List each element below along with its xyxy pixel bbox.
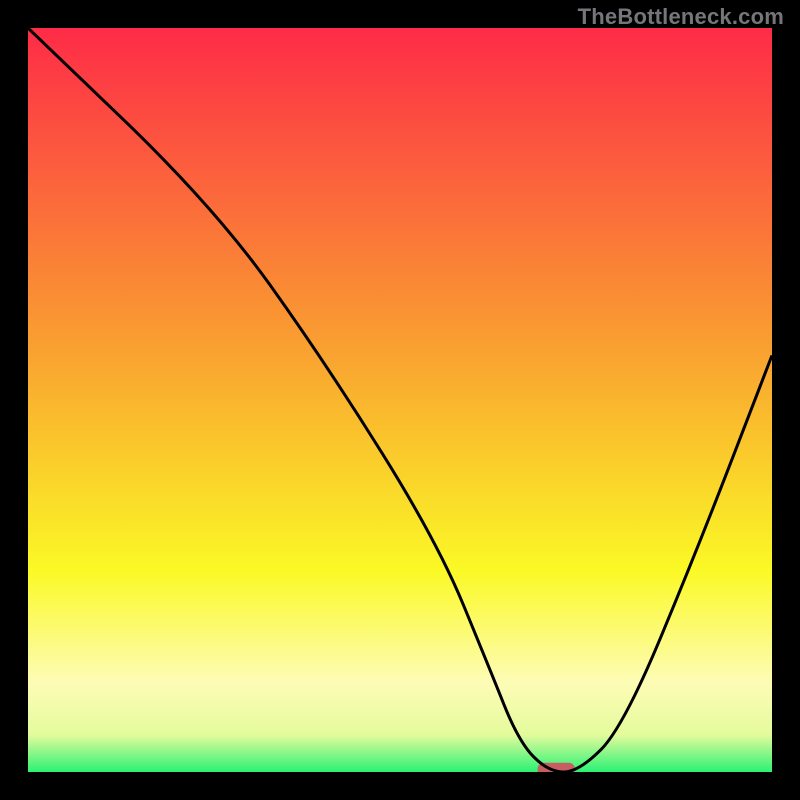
plot-area [28,28,772,772]
gradient-background [28,28,772,772]
chart-svg [28,28,772,772]
watermark-text: TheBottleneck.com [578,4,784,30]
chart-frame: TheBottleneck.com [0,0,800,800]
